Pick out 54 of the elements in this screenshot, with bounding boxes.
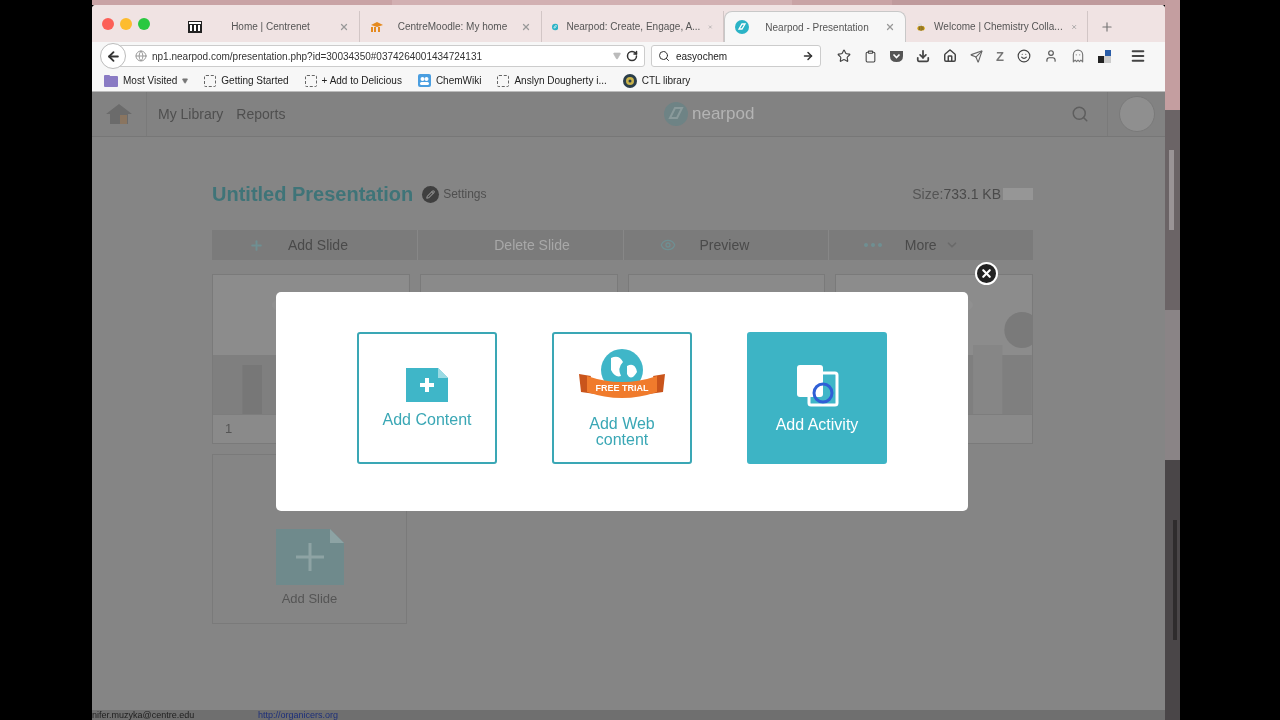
bookmark-item[interactable]: Most Visited [104, 73, 189, 88]
bookmark-item[interactable]: CTL library [622, 73, 691, 88]
tab-title: Nearpod - Presentation [764, 20, 870, 35]
tab-title: Welcome | Chemistry Colla... [934, 20, 1063, 34]
search-icon [658, 50, 670, 62]
clipboard-icon[interactable] [864, 49, 877, 63]
status-text: http://organicers.org [258, 710, 339, 720]
close-icon[interactable] [885, 22, 895, 32]
globe-icon [135, 50, 147, 62]
ghost-icon[interactable] [1070, 49, 1085, 63]
person-icon[interactable] [1043, 49, 1058, 63]
smiley-icon[interactable] [1016, 49, 1031, 63]
blank-page-icon [304, 74, 317, 87]
pocket-icon[interactable] [890, 50, 903, 62]
browser-tab[interactable]: Nearpod - Presentation [724, 11, 906, 42]
bookmark-item[interactable]: ChemWiki [417, 73, 482, 88]
disc-icon [622, 73, 637, 88]
arrow-right-icon[interactable] [802, 50, 814, 62]
paper-plane-icon[interactable] [970, 49, 983, 63]
blank-page-icon [497, 74, 510, 87]
download-icon[interactable] [916, 49, 930, 63]
menu-icon[interactable] [1129, 48, 1146, 64]
reload-icon[interactable] [626, 50, 638, 62]
address-bar[interactable]: np1.nearpod.com/presentation.php?id=30034350#0374264001434724131 [118, 45, 645, 67]
tab-title: Nearpod: Create, Engage, A... [566, 20, 701, 34]
tab-title: Home | Centrenet [230, 20, 311, 34]
file-plus-icon [406, 367, 448, 402]
close-icon [980, 267, 993, 280]
building-icon [188, 20, 202, 33]
bookmark-item[interactable]: + Add to Delicious [304, 73, 402, 88]
size-value: 733.1 KB [943, 184, 1001, 204]
extension-button[interactable]: Z [996, 49, 1004, 63]
bookmark-item[interactable]: Anslyn Dougherty i... [497, 73, 607, 88]
blank-page-icon [204, 74, 217, 87]
pencil-icon [426, 189, 436, 199]
ribbon-label: FREE TRIAL [595, 383, 649, 393]
star-icon[interactable] [837, 49, 851, 63]
file-plus-icon [275, 529, 344, 586]
nearpod-logo-icon [735, 20, 749, 34]
caret-icon [182, 77, 189, 84]
people-icon [417, 74, 431, 87]
tab-title: CentreMoodle: My home [396, 20, 509, 34]
search-field[interactable]: easyochem [651, 45, 821, 67]
presentation-title: Untitled Presentation [212, 182, 414, 207]
squares-icon[interactable] [1097, 49, 1111, 63]
close-button[interactable] [975, 262, 998, 285]
url-text: np1.nearpod.com/presentation.php?id=30034350#0374264001434724131 [152, 49, 484, 64]
nearpod-logo-icon [664, 102, 688, 126]
folder-icon [104, 74, 118, 87]
home-icon[interactable] [943, 49, 957, 63]
pages-icon [795, 362, 839, 407]
status-text: nifer.muzyka@centre.edu [92, 710, 196, 720]
back-button[interactable] [100, 43, 126, 69]
bookmark-item[interactable]: Getting Started [204, 73, 289, 88]
